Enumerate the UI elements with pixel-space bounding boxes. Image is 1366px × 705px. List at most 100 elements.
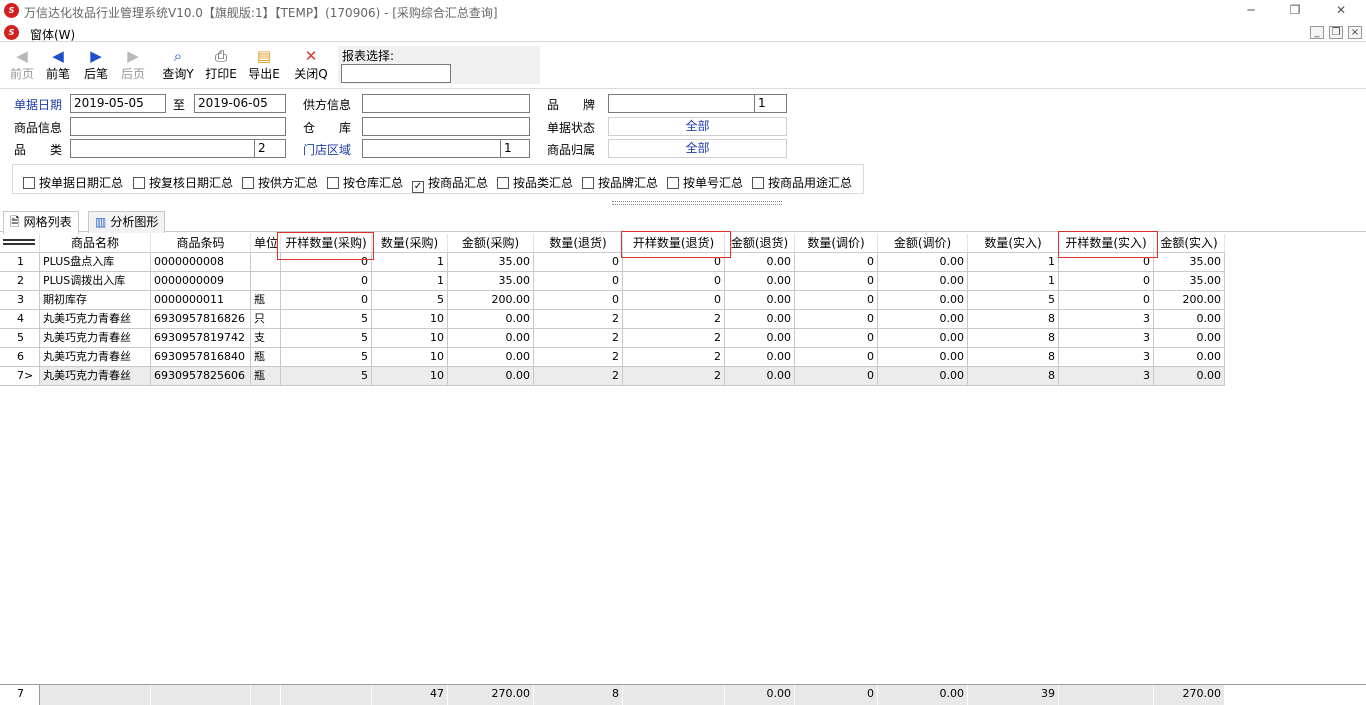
table-cell[interactable]: 0.00 — [725, 272, 795, 291]
table-cell[interactable]: 0.00 — [448, 348, 534, 367]
product-input[interactable] — [70, 117, 286, 136]
next-record-button[interactable]: ▶ 后笔 — [76, 46, 116, 86]
table-cell[interactable]: 8 — [968, 367, 1059, 386]
checkbox-box[interactable] — [752, 177, 764, 189]
table-cell[interactable]: 支 — [251, 329, 281, 348]
close-window-icon[interactable]: ✕ — [1334, 3, 1348, 17]
table-cell[interactable]: 1 — [968, 253, 1059, 272]
table-cell[interactable]: 2 — [623, 310, 725, 329]
region-label[interactable]: 门店区域 — [303, 141, 351, 158]
first-page-button[interactable]: ◀ 前页 — [2, 46, 42, 86]
table-cell[interactable]: 8 — [968, 329, 1059, 348]
status-select[interactable]: 全部 — [608, 117, 787, 136]
table-cell[interactable]: 瓶 — [251, 367, 281, 386]
table-cell[interactable]: 6930957816840 — [151, 348, 251, 367]
checkbox-box[interactable] — [497, 177, 509, 189]
table-row[interactable]: 7> 丸美巧克力青春丝 6930957825606 瓶 5 10 0.00 2 2 0.00 0 0.… — [0, 367, 1225, 386]
minimize-icon[interactable]: ─ — [1244, 3, 1258, 17]
table-cell[interactable]: 0.00 — [448, 329, 534, 348]
table-cell[interactable]: 35.00 — [448, 272, 534, 291]
mdi-restore-icon[interactable]: ❐ — [1329, 26, 1343, 39]
table-row[interactable]: 5 丸美巧克力青春丝 6930957819742 支 5 10 0.00 2 2 0.00 0 0.0… — [0, 329, 1225, 348]
supplier-input[interactable] — [362, 94, 530, 113]
table-cell[interactable]: 6930957816826 — [151, 310, 251, 329]
checkbox-by-doc-date[interactable]: 按单据日期汇总 — [23, 174, 123, 191]
table-row[interactable]: 3 期初库存 0000000011 瓶 0 5 200.00 0 0 0.00 0 0.00 5 0 200… — [0, 291, 1225, 310]
table-cell[interactable]: 2 — [534, 310, 623, 329]
column-header[interactable]: 商品名称 — [40, 234, 151, 253]
table-cell[interactable]: 0000000009 — [151, 272, 251, 291]
table-cell[interactable]: 0 — [534, 272, 623, 291]
table-cell[interactable]: 2 — [623, 348, 725, 367]
table-cell[interactable]: PLUS调拨出入库 — [40, 272, 151, 291]
category-input[interactable] — [70, 139, 255, 158]
date-label[interactable]: 单据日期 — [14, 96, 62, 113]
checkbox-by-supplier[interactable]: 按供方汇总 — [242, 174, 318, 191]
table-cell[interactable]: 8 — [968, 310, 1059, 329]
table-cell[interactable]: 10 — [372, 348, 448, 367]
table-cell[interactable]: 0 — [795, 291, 878, 310]
table-cell[interactable]: 5 — [281, 310, 372, 329]
column-header[interactable]: 数量(退货) — [534, 234, 623, 253]
table-cell[interactable]: 0000000011 — [151, 291, 251, 310]
table-cell[interactable]: 0 — [795, 348, 878, 367]
restore-icon[interactable]: ❐ — [1288, 3, 1302, 17]
table-cell[interactable]: 2 — [623, 367, 725, 386]
table-cell[interactable]: 0 — [795, 329, 878, 348]
checkbox-box[interactable] — [242, 177, 254, 189]
table-cell[interactable]: 0 — [795, 310, 878, 329]
table-cell[interactable]: 0 — [795, 253, 878, 272]
export-button[interactable]: ▤ 导出E — [244, 46, 284, 86]
table-cell[interactable]: 0.00 — [725, 253, 795, 272]
date-to-input[interactable]: 2019-06-05 — [194, 94, 286, 113]
table-cell[interactable]: 0 — [1059, 272, 1154, 291]
brand-input[interactable] — [608, 94, 755, 113]
table-cell[interactable]: 0.00 — [878, 253, 968, 272]
prev-record-button[interactable]: ◀ 前笔 — [38, 46, 78, 86]
table-cell[interactable]: 5 — [281, 329, 372, 348]
table-cell[interactable] — [251, 272, 281, 291]
table-cell[interactable]: 5 — [281, 348, 372, 367]
checkbox-by-brand[interactable]: 按品牌汇总 — [582, 174, 658, 191]
row-number[interactable]: 3 — [0, 291, 40, 310]
column-header[interactable]: 开样数量(实入) — [1059, 234, 1154, 253]
table-cell[interactable]: 0 — [1059, 291, 1154, 310]
table-cell[interactable]: 0.00 — [878, 367, 968, 386]
table-cell[interactable]: 0.00 — [725, 367, 795, 386]
table-cell[interactable]: 丸美巧克力青春丝 — [40, 367, 151, 386]
checkbox-by-product[interactable]: ✓ 按商品汇总 — [412, 174, 488, 193]
checkbox-by-warehouse[interactable]: 按仓库汇总 — [327, 174, 403, 191]
table-cell[interactable]: 1 — [372, 272, 448, 291]
mdi-minimize-icon[interactable]: _ — [1310, 26, 1324, 39]
table-cell[interactable]: 0.00 — [878, 272, 968, 291]
table-cell[interactable]: 0 — [623, 291, 725, 310]
table-cell[interactable]: 0 — [623, 253, 725, 272]
table-cell[interactable]: 0 — [281, 291, 372, 310]
row-number[interactable]: 4 — [0, 310, 40, 329]
checkbox-box[interactable] — [23, 177, 35, 189]
column-header[interactable]: 金额(调价) — [878, 234, 968, 253]
table-cell[interactable]: 10 — [372, 329, 448, 348]
table-cell[interactable]: 0 — [534, 253, 623, 272]
table-cell[interactable]: 0.00 — [725, 329, 795, 348]
table-cell[interactable]: 3 — [1059, 329, 1154, 348]
warehouse-input[interactable] — [362, 117, 530, 136]
table-cell[interactable]: 0.00 — [878, 291, 968, 310]
table-cell[interactable]: 1 — [372, 253, 448, 272]
table-cell[interactable]: 0.00 — [725, 348, 795, 367]
last-page-button[interactable]: ▶ 后页 — [113, 46, 153, 86]
date-from-input[interactable]: 2019-05-05 — [70, 94, 166, 113]
table-cell[interactable]: 0.00 — [725, 310, 795, 329]
table-cell[interactable]: 0.00 — [448, 310, 534, 329]
checkbox-box[interactable] — [133, 177, 145, 189]
table-cell[interactable]: 0.00 — [1154, 329, 1225, 348]
table-row[interactable]: 1 PLUS盘点入库 0000000008 0 1 35.00 0 0 0.00 0 0.00 1 0 3… — [0, 253, 1225, 272]
table-cell[interactable]: 35.00 — [1154, 253, 1225, 272]
table-cell[interactable]: 0 — [795, 272, 878, 291]
table-cell[interactable]: 200.00 — [448, 291, 534, 310]
column-header[interactable]: 数量(采购) — [372, 234, 448, 253]
table-cell[interactable]: 0.00 — [1154, 367, 1225, 386]
column-header[interactable]: 金额(实入) — [1154, 234, 1225, 253]
close-button[interactable]: ✕ 关闭Q — [291, 46, 331, 86]
row-number[interactable]: 1 — [0, 253, 40, 272]
